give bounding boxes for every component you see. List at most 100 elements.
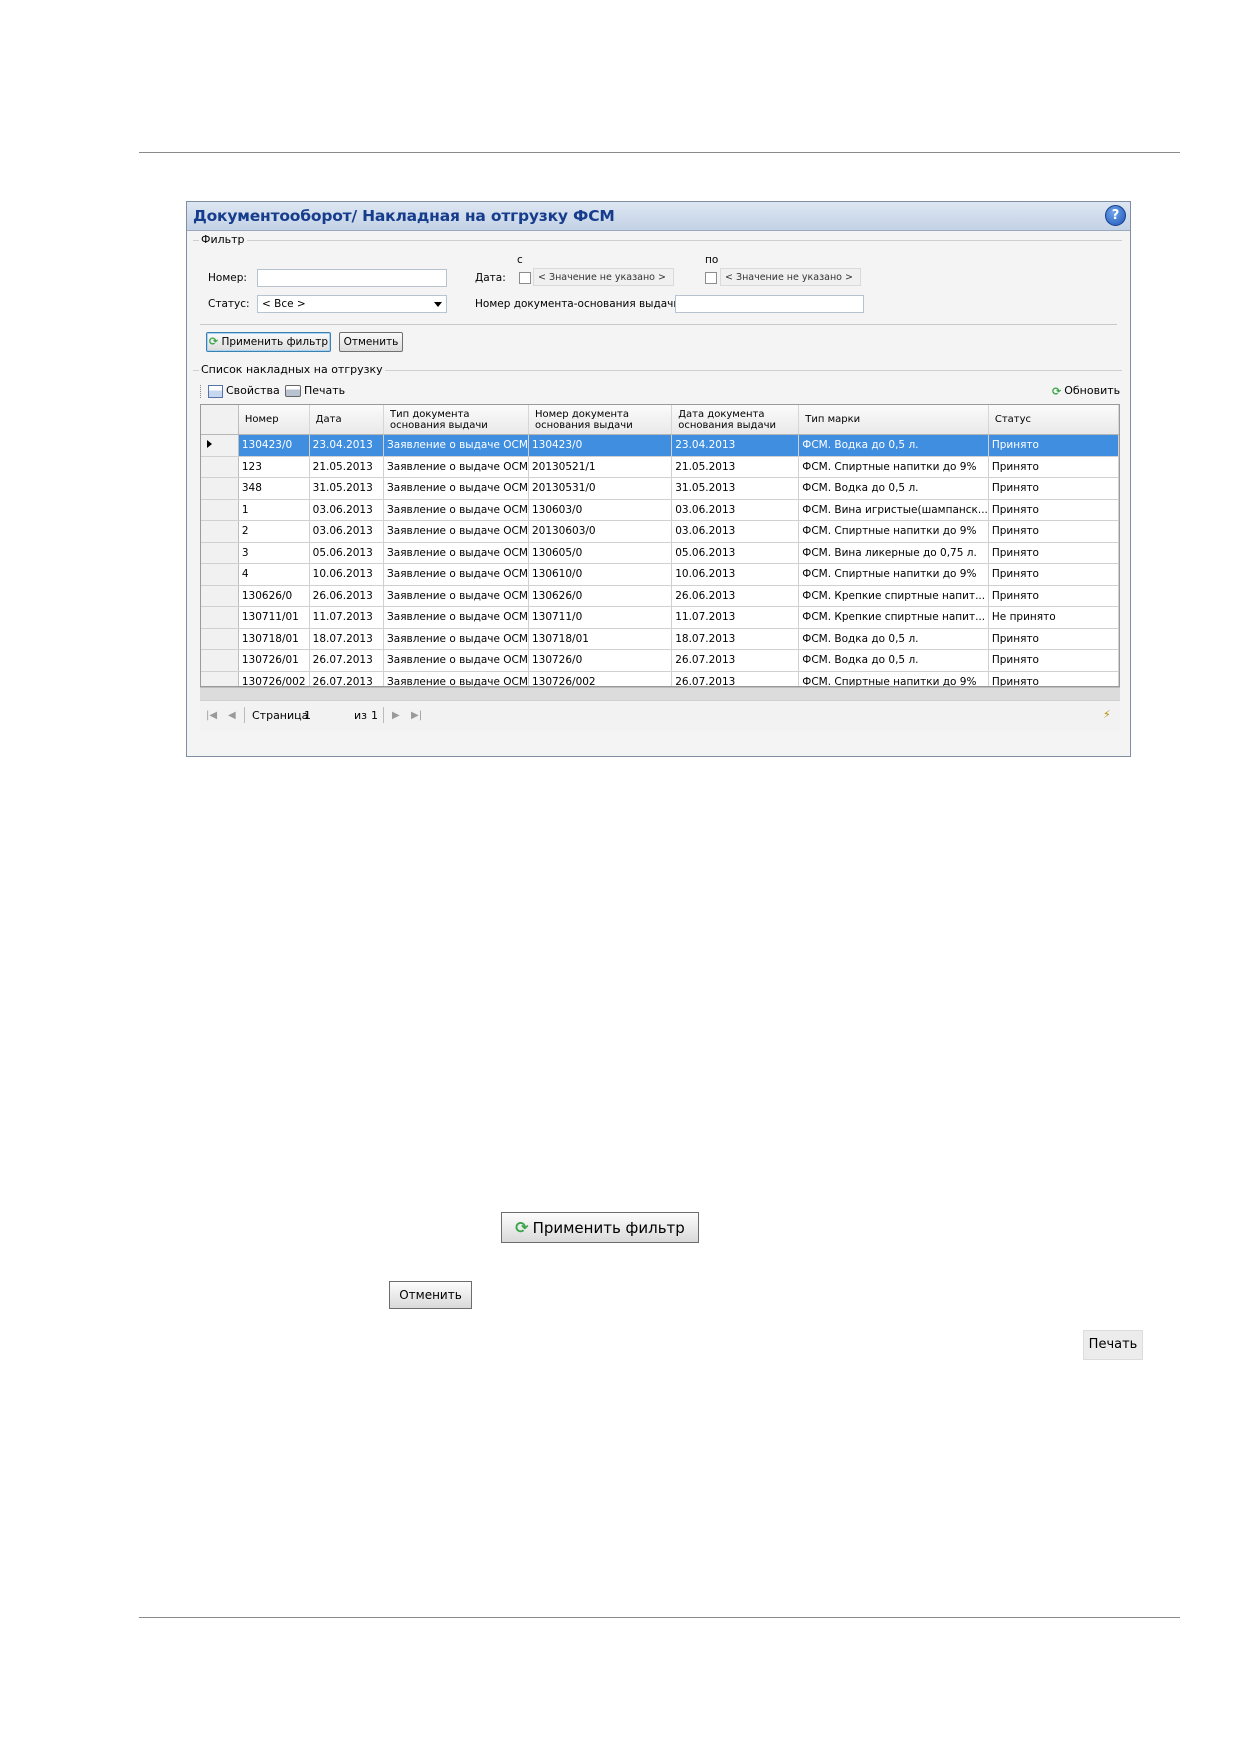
table-cell: 26.07.2013 <box>671 649 800 672</box>
date-from-checkbox[interactable] <box>519 272 531 284</box>
table-cell: 05.06.2013 <box>309 542 385 564</box>
table-cell: 26.07.2013 <box>671 671 800 686</box>
print-button[interactable]: Печать <box>285 384 345 397</box>
date-from-input[interactable]: < Значение не указано > <box>533 268 674 286</box>
table-row[interactable]: 3 05.06.2013 Заявление о выдаче ОСМ 130605/… <box>201 542 1119 564</box>
status-label: Статус: <box>208 298 250 310</box>
doc-cancel-button[interactable]: Отменить <box>389 1281 472 1309</box>
prev-page-icon[interactable]: ◀ <box>228 710 236 721</box>
row-header-corner <box>201 405 239 435</box>
table-row[interactable]: 1 03.06.2013 Заявление о выдаче ОСМ 130603/… <box>201 499 1119 521</box>
row-header[interactable] <box>201 606 239 629</box>
of-label: из <box>354 709 367 722</box>
table-row[interactable]: 4 10.06.2013 Заявление о выдаче ОСМ 130610/… <box>201 563 1119 586</box>
table-cell: Принято <box>988 671 1119 686</box>
table-cell: 4 <box>238 563 310 586</box>
row-header[interactable] <box>201 456 239 478</box>
table-cell: 130726/01 <box>238 649 310 672</box>
table-cell: Заявление о выдаче ОСМ <box>383 434 529 457</box>
row-header[interactable] <box>201 520 239 543</box>
table-cell: 130711/0 <box>528 606 673 629</box>
table-cell: 31.05.2013 <box>671 477 800 500</box>
column-header[interactable]: Статус <box>988 405 1119 435</box>
filter-settings-icon[interactable]: ⚡ <box>1103 708 1116 721</box>
app-window: Документооборот/ Накладная на отгрузку Ф… <box>186 201 1131 757</box>
title-bar: Документооборот/ Накладная на отгрузку Ф… <box>187 202 1130 231</box>
row-header[interactable] <box>201 477 239 500</box>
row-header[interactable] <box>201 499 239 521</box>
date-to-checkbox[interactable] <box>705 272 717 284</box>
chevron-down-icon <box>434 302 442 307</box>
table-cell: 1 <box>238 499 310 521</box>
table-row[interactable]: 348 31.05.2013 Заявление о выдаче ОСМ 20130… <box>201 477 1119 500</box>
footer-rule <box>139 1617 1180 1618</box>
table-body: 130423/0 23.04.2013 Заявление о выдаче ОСМ… <box>201 434 1119 686</box>
table-row[interactable]: 123 21.05.2013 Заявление о выдаче ОСМ 20130… <box>201 456 1119 478</box>
table-cell: 10.06.2013 <box>671 563 800 586</box>
filter-separator <box>200 324 1117 325</box>
table-cell: 18.07.2013 <box>309 628 385 650</box>
help-icon[interactable]: ? <box>1105 205 1126 226</box>
date-from-caption: с <box>517 254 523 266</box>
date-to-input[interactable]: < Значение не указано > <box>720 268 861 286</box>
table-cell: Заявление о выдаче ОСМ <box>383 585 529 607</box>
column-header[interactable]: Номер документа основания выдачи <box>528 405 673 435</box>
table-row[interactable]: 130726/01 26.07.2013 Заявление о выдаче ОС… <box>201 649 1119 672</box>
refresh-button[interactable]: ⟳ Обновить <box>1052 384 1120 398</box>
column-header[interactable]: Дата <box>309 405 385 435</box>
table-cell: 130603/0 <box>528 499 673 521</box>
table-row[interactable]: 130423/0 23.04.2013 Заявление о выдаче ОСМ… <box>201 434 1119 457</box>
table-row[interactable]: 2 03.06.2013 Заявление о выдаче ОСМ 2013060… <box>201 520 1119 543</box>
table-row[interactable]: 130711/01 11.07.2013 Заявление о выдаче ОС… <box>201 606 1119 629</box>
print-label: Печать <box>304 384 346 397</box>
row-header[interactable] <box>201 649 239 672</box>
table-cell: 2 <box>238 520 310 543</box>
number-input[interactable] <box>257 269 447 287</box>
last-page-icon[interactable]: ▶| <box>411 710 422 721</box>
list-legend: Список накладных на отгрузку <box>199 363 385 376</box>
date-label: Дата: <box>475 272 506 284</box>
table-cell: 130718/01 <box>528 628 673 650</box>
total-pages: 1 <box>371 709 378 722</box>
date-to-caption: по <box>705 254 719 266</box>
next-page-icon[interactable]: ▶ <box>392 710 400 721</box>
first-page-icon[interactable]: |◀ <box>206 710 217 721</box>
column-header[interactable]: Тип марки <box>798 405 989 435</box>
apply-filter-button[interactable]: ⟳ Применить фильтр <box>206 332 331 352</box>
page-input[interactable]: 1 <box>304 709 344 722</box>
row-header[interactable] <box>201 563 239 586</box>
cancel-filter-button[interactable]: Отменить <box>339 332 403 352</box>
column-header[interactable]: Дата документа основания выдачи <box>671 405 800 435</box>
table-cell: 130726/0 <box>528 649 673 672</box>
table-cell: 10.06.2013 <box>309 563 385 586</box>
table-cell: 26.06.2013 <box>309 585 385 607</box>
doc-print-button[interactable]: Печать <box>1083 1330 1143 1360</box>
pager: |◀ ◀ Страница 1 из 1 ▶ ▶| ⚡ <box>200 687 1120 731</box>
table-cell: ФСМ. Спиртные напитки до 9% <box>798 671 989 686</box>
column-header[interactable]: Тип документа основания выдачи <box>383 405 529 435</box>
table-cell: 130423/0 <box>238 434 310 457</box>
row-header[interactable] <box>201 434 239 457</box>
table-cell: Заявление о выдаче ОСМ <box>383 563 529 586</box>
row-header[interactable] <box>201 671 239 686</box>
table-cell: 123 <box>238 456 310 478</box>
table-cell: ФСМ. Крепкие спиртные напит... <box>798 606 989 629</box>
properties-button[interactable]: Свойства <box>208 384 280 398</box>
table-row[interactable]: 130726/002 26.07.2013 Заявление о выдаче О… <box>201 671 1119 686</box>
basis-doc-input[interactable] <box>675 295 864 313</box>
doc-apply-filter-button[interactable]: ⟳ Применить фильтр <box>501 1212 699 1243</box>
row-header[interactable] <box>201 585 239 607</box>
row-header[interactable] <box>201 542 239 564</box>
table-cell: 23.04.2013 <box>671 434 800 457</box>
table-cell: 20130603/0 <box>528 520 673 543</box>
filter-group: Фильтр <box>193 233 1122 345</box>
table-cell: ФСМ. Вина ликерные до 0,75 л. <box>798 542 989 564</box>
row-header[interactable] <box>201 628 239 650</box>
status-select[interactable]: < Все > <box>257 295 447 313</box>
table-cell: 03.06.2013 <box>309 499 385 521</box>
column-header[interactable]: Номер <box>238 405 310 435</box>
table-row[interactable]: 130626/0 26.06.2013 Заявление о выдаче ОСМ… <box>201 585 1119 607</box>
table-cell: ФСМ. Водка до 0,5 л. <box>798 628 989 650</box>
printer-icon <box>285 385 301 397</box>
table-row[interactable]: 130718/01 18.07.2013 Заявление о выдаче ОС… <box>201 628 1119 650</box>
